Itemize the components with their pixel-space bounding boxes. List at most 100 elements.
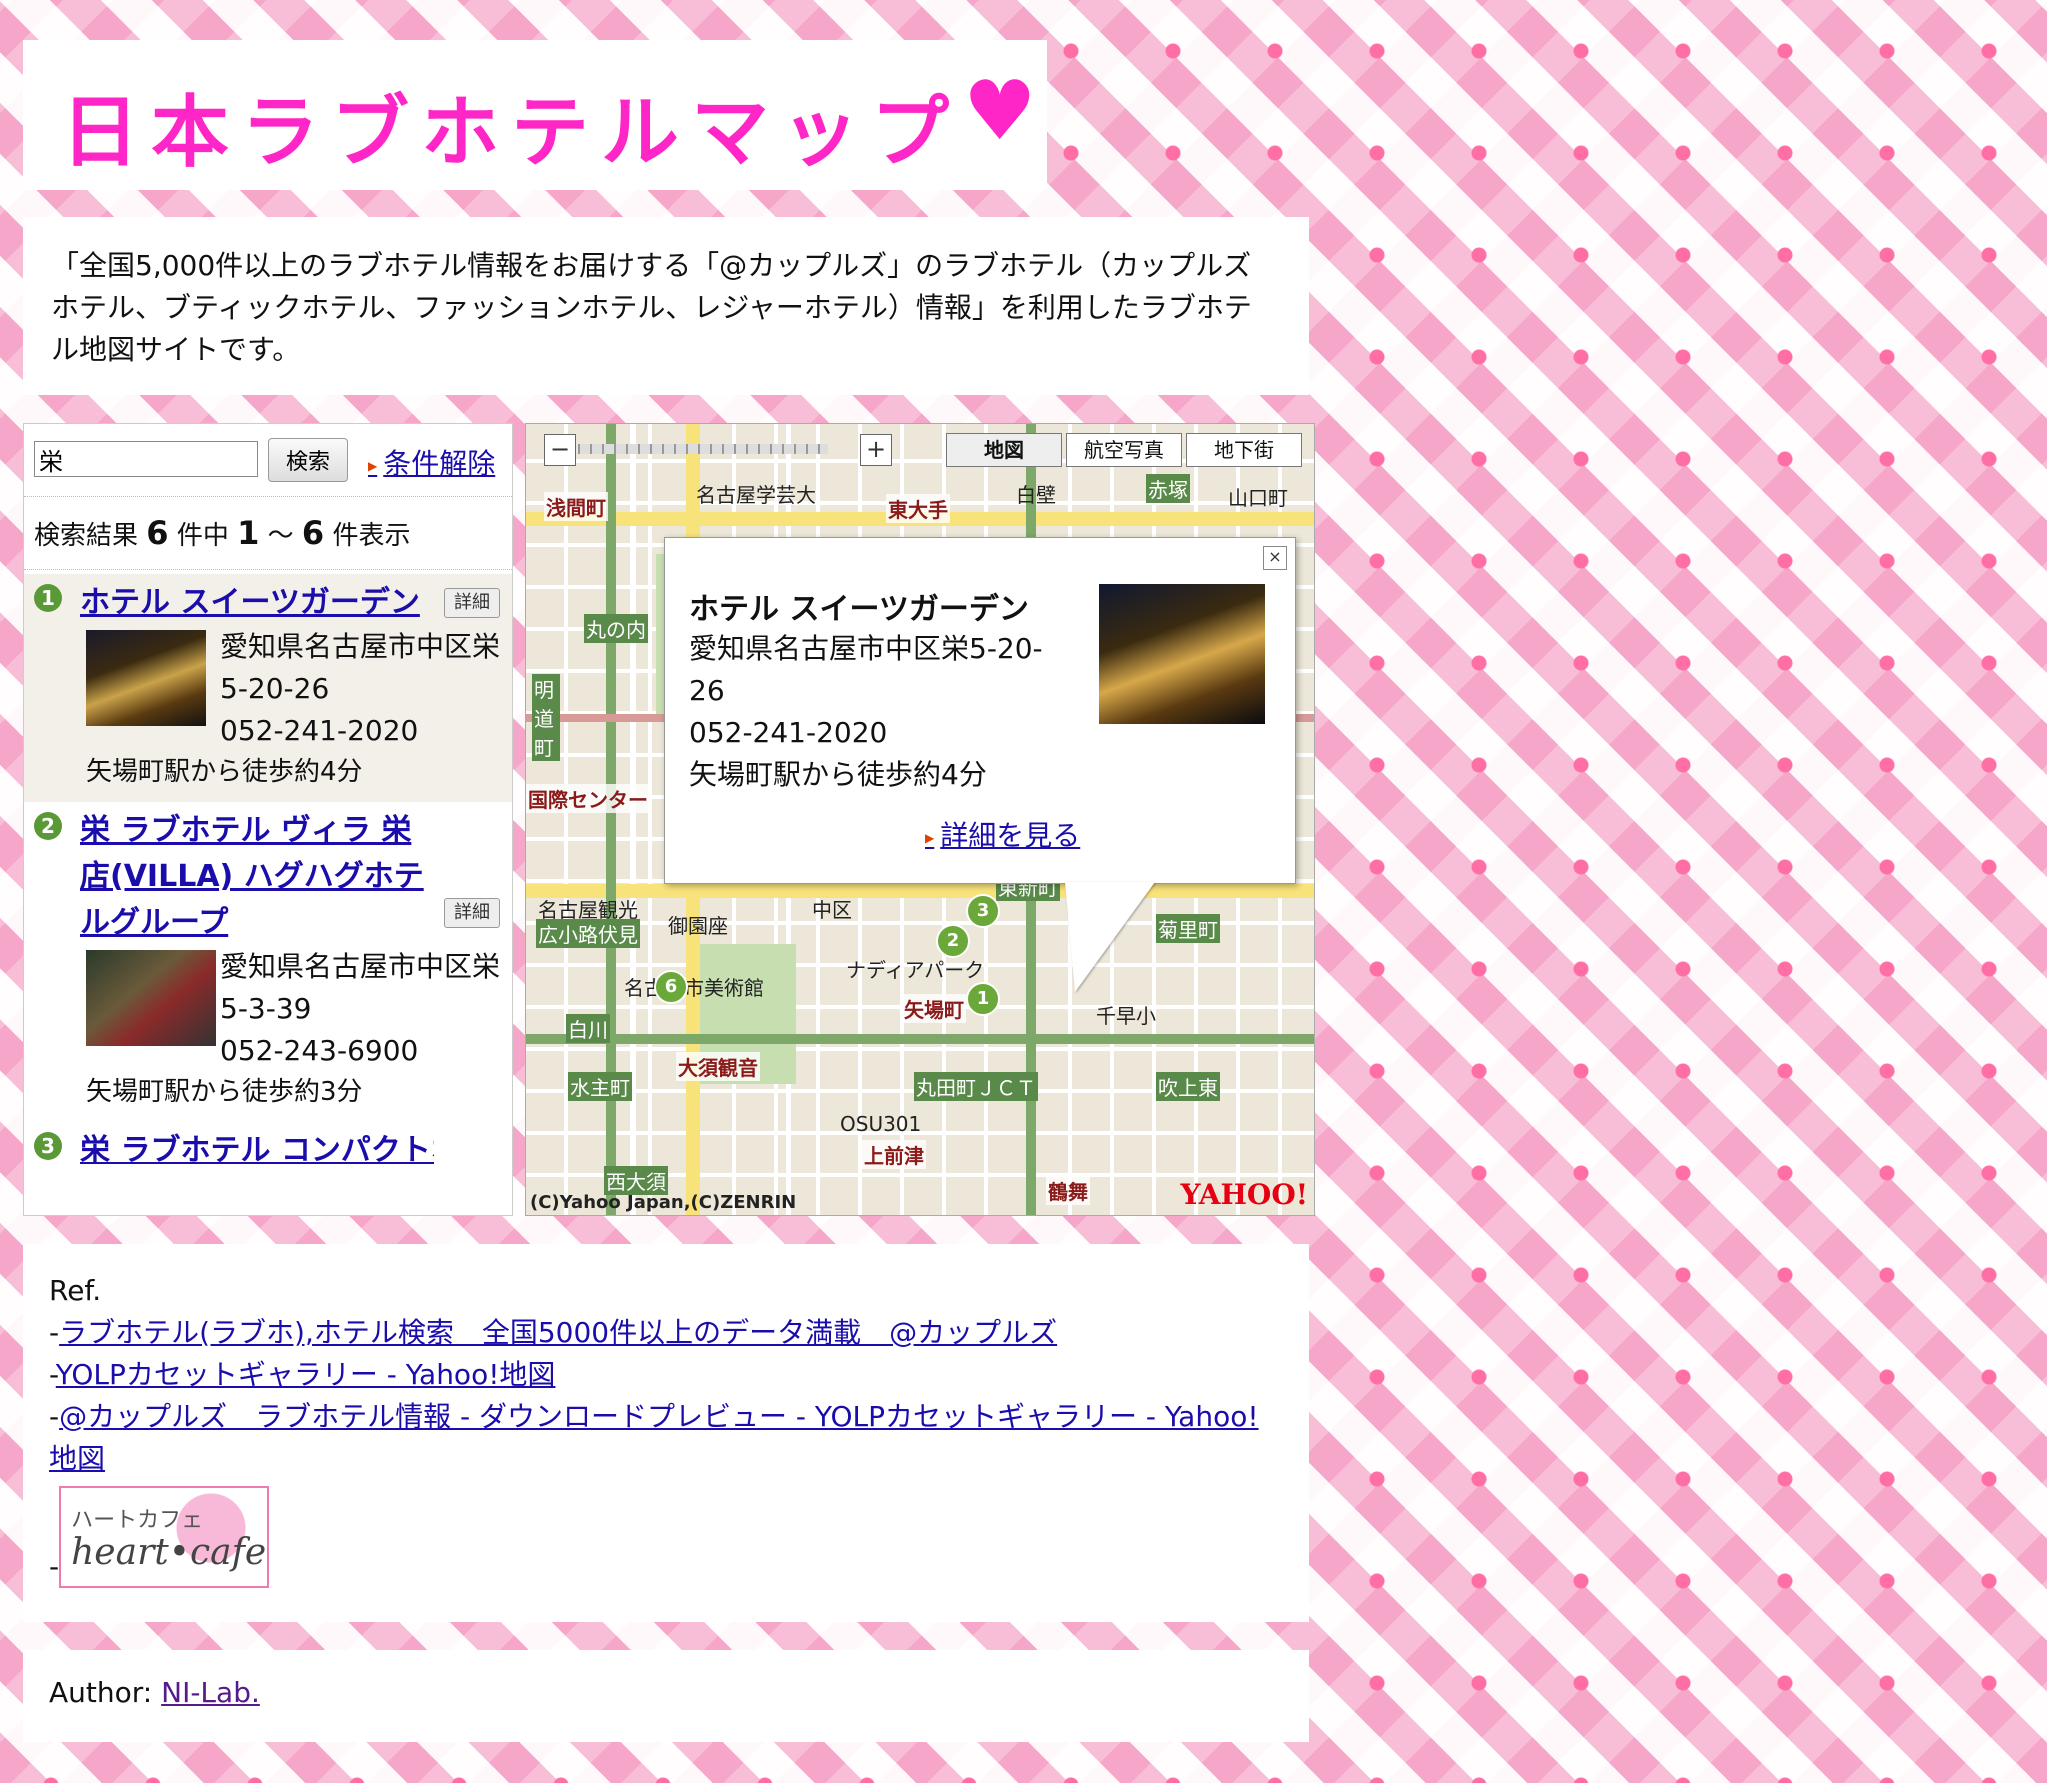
result-count-mid: 件中	[176, 521, 229, 551]
result-count-suffix: 件表示	[332, 521, 411, 551]
result-count: 検索結果 6 件中 1 〜 6 件表示	[34, 514, 410, 552]
zoom-slider[interactable]	[578, 444, 828, 454]
info-window: × ホテル スイーツガーデン 愛知県名古屋市中区栄5-20-26 052-241…	[664, 537, 1296, 992]
map-label: 名古屋学芸大	[696, 483, 816, 507]
popup-thumbnail	[1099, 584, 1265, 724]
result-count-prefix: 検索結果	[34, 521, 139, 551]
hotel-phone: 052-243-6900	[220, 1034, 419, 1067]
clear-filter-link[interactable]: ▶ 条件解除	[368, 442, 495, 482]
map-marker[interactable]: 3	[966, 894, 1000, 928]
list-item[interactable]: 2 栄 ラブホテル ヴィラ 栄店(VILLA) ハグハグホテルグループ 詳細 愛…	[24, 802, 512, 1122]
author-label: Author:	[49, 1676, 153, 1709]
popup-phone: 052-241-2020	[689, 716, 888, 749]
hotel-access: 矢場町駅から徒歩約4分	[86, 757, 363, 787]
view-detail-link[interactable]: ▶ 詳細を見る	[925, 814, 1080, 854]
search-form: 検索 ▶ 条件解除	[34, 438, 504, 482]
popup-title: ホテル スイーツガーデン	[689, 592, 1029, 627]
author-link[interactable]: NI-Lab.	[161, 1676, 260, 1709]
result-from: 1	[237, 514, 260, 552]
map-label: 吹上東	[1156, 1072, 1220, 1101]
map-label: 白川	[566, 1014, 610, 1043]
map-view[interactable]: 浅間町 名古屋学芸大 東大手 白壁 赤塚 山口町 丸の内 明道町 国際センター …	[525, 423, 1315, 1216]
list-item[interactable]: 1 ホテル スイーツガーデン 詳細 愛知県名古屋市中区栄5-20-26 052-…	[24, 574, 512, 802]
marker-icon: 1	[34, 584, 62, 612]
hotel-address: 愛知県名古屋市中区栄5-20-26	[220, 630, 501, 705]
map-label: ナディアパーク	[846, 958, 985, 982]
divider	[24, 569, 512, 570]
ref-heading: Ref.	[49, 1274, 102, 1307]
ref-link[interactable]: YOLPカセットギャラリー - Yahoo!地図	[56, 1358, 556, 1391]
hotel-link[interactable]: ホテル スイーツガーデン	[80, 580, 434, 626]
list-dash: -	[49, 1316, 60, 1349]
map-marker[interactable]: 6	[654, 970, 688, 1004]
list-dash: -	[49, 1550, 60, 1583]
author-box: Author: NI-Lab.	[23, 1650, 1309, 1742]
map-marker[interactable]: 2	[936, 924, 970, 958]
zoom-in-button[interactable]: +	[860, 434, 892, 466]
heart-cafe-banner[interactable]: ハートカフェ heart•cafe	[59, 1486, 270, 1588]
clear-filter-label: 条件解除	[383, 447, 496, 480]
map-label: 山口町	[1228, 486, 1288, 510]
marker-icon: 3	[34, 1132, 62, 1160]
result-total: 6	[146, 514, 169, 552]
result-list: 1 ホテル スイーツガーデン 詳細 愛知県名古屋市中区栄5-20-26 052-…	[24, 574, 512, 1164]
map-label: 上前津	[862, 1140, 926, 1169]
search-input[interactable]	[34, 441, 258, 477]
map-label: 菊里町	[1156, 914, 1220, 943]
banner-en: heart•cafe	[71, 1532, 267, 1573]
search-button[interactable]: 検索	[268, 438, 348, 482]
heart-icon: ♥	[963, 64, 1037, 159]
map-label: 西大須	[604, 1166, 668, 1195]
road	[526, 884, 1314, 898]
divider	[24, 496, 512, 497]
tab-underground[interactable]: 地下街	[1186, 433, 1302, 467]
map-label: 丸の内	[584, 614, 648, 643]
intro-text: 「全国5,000件以上のラブホテル情報をお届けする「@カップルズ」のラブホテル（…	[51, 249, 1252, 366]
map-label: 丸田町ＪＣＴ	[914, 1072, 1038, 1101]
arrow-icon: ▶	[925, 831, 935, 845]
map-label: 広小路伏見	[536, 919, 640, 948]
map-label: OSU301	[840, 1112, 922, 1136]
hotel-link[interactable]: 栄 ラブホテル コンパクトホテ	[80, 1128, 434, 1164]
close-icon[interactable]: ×	[1263, 546, 1287, 570]
site-title: 日本ラブホテルマップ	[61, 88, 962, 178]
map-label: 水主町	[568, 1072, 632, 1101]
arrow-icon: ▶	[368, 459, 378, 473]
result-range-sep: 〜	[267, 521, 294, 551]
popup-pointer	[1065, 882, 1155, 992]
map-label: 浅間町	[544, 492, 608, 521]
map-label: 赤塚	[1146, 474, 1190, 503]
map-label: 鶴舞	[1046, 1176, 1090, 1205]
ref-link[interactable]: @カップルズ ラブホテル情報 - ダウンロードプレビュー - YOLPカセットギ…	[49, 1400, 1259, 1475]
detail-button[interactable]: 詳細	[444, 588, 500, 618]
hotel-link[interactable]: 栄 ラブホテル ヴィラ 栄店(VILLA) ハグハグホテルグループ	[80, 808, 434, 946]
list-item[interactable]: 3 栄 ラブホテル コンパクトホテ	[24, 1122, 512, 1164]
hotel-thumbnail[interactable]	[86, 630, 206, 726]
detail-button[interactable]: 詳細	[444, 898, 500, 928]
map-label: 国際センター	[526, 784, 650, 813]
map-label: 東大手	[886, 494, 950, 523]
intro-box: 「全国5,000件以上のラブホテル情報をお届けする「@カップルズ」のラブホテル（…	[23, 217, 1309, 395]
hotel-phone: 052-241-2020	[220, 714, 419, 747]
map-label: 千早小	[1096, 1004, 1156, 1028]
tab-map[interactable]: 地図	[946, 433, 1062, 467]
site-logo-box: 日本ラブホテルマップ ♥	[23, 40, 1047, 190]
map-label: 名古屋市美術館	[624, 976, 764, 1000]
expressway	[526, 1034, 1314, 1044]
map-label: 白壁	[1016, 483, 1056, 507]
map-marker[interactable]: 1	[966, 982, 1000, 1016]
ref-link[interactable]: ラブホテル(ラブホ),ホテル検索 全国5000件以上のデータ満載 @カップルズ	[59, 1316, 1057, 1349]
map-label: 大須観音	[676, 1052, 760, 1081]
result-to: 6	[301, 514, 325, 552]
tab-aerial[interactable]: 航空写真	[1066, 433, 1182, 467]
popup-access: 矢場町駅から徒歩約4分	[689, 758, 987, 791]
list-dash: -	[49, 1400, 60, 1433]
hotel-access: 矢場町駅から徒歩約3分	[86, 1077, 363, 1107]
marker-icon: 2	[34, 812, 62, 840]
map-label: 明道町	[532, 674, 560, 761]
zoom-out-button[interactable]: −	[544, 434, 576, 466]
ref-box: Ref. -ラブホテル(ラブホ),ホテル検索 全国5000件以上のデータ満載 @…	[23, 1244, 1309, 1622]
hotel-thumbnail[interactable]	[86, 950, 216, 1046]
yahoo-logo: YAHOO!	[1180, 1178, 1308, 1211]
search-panel: 検索 ▶ 条件解除 検索結果 6 件中 1 〜 6 件表示 1 ホテル スイーツガ…	[23, 423, 513, 1216]
